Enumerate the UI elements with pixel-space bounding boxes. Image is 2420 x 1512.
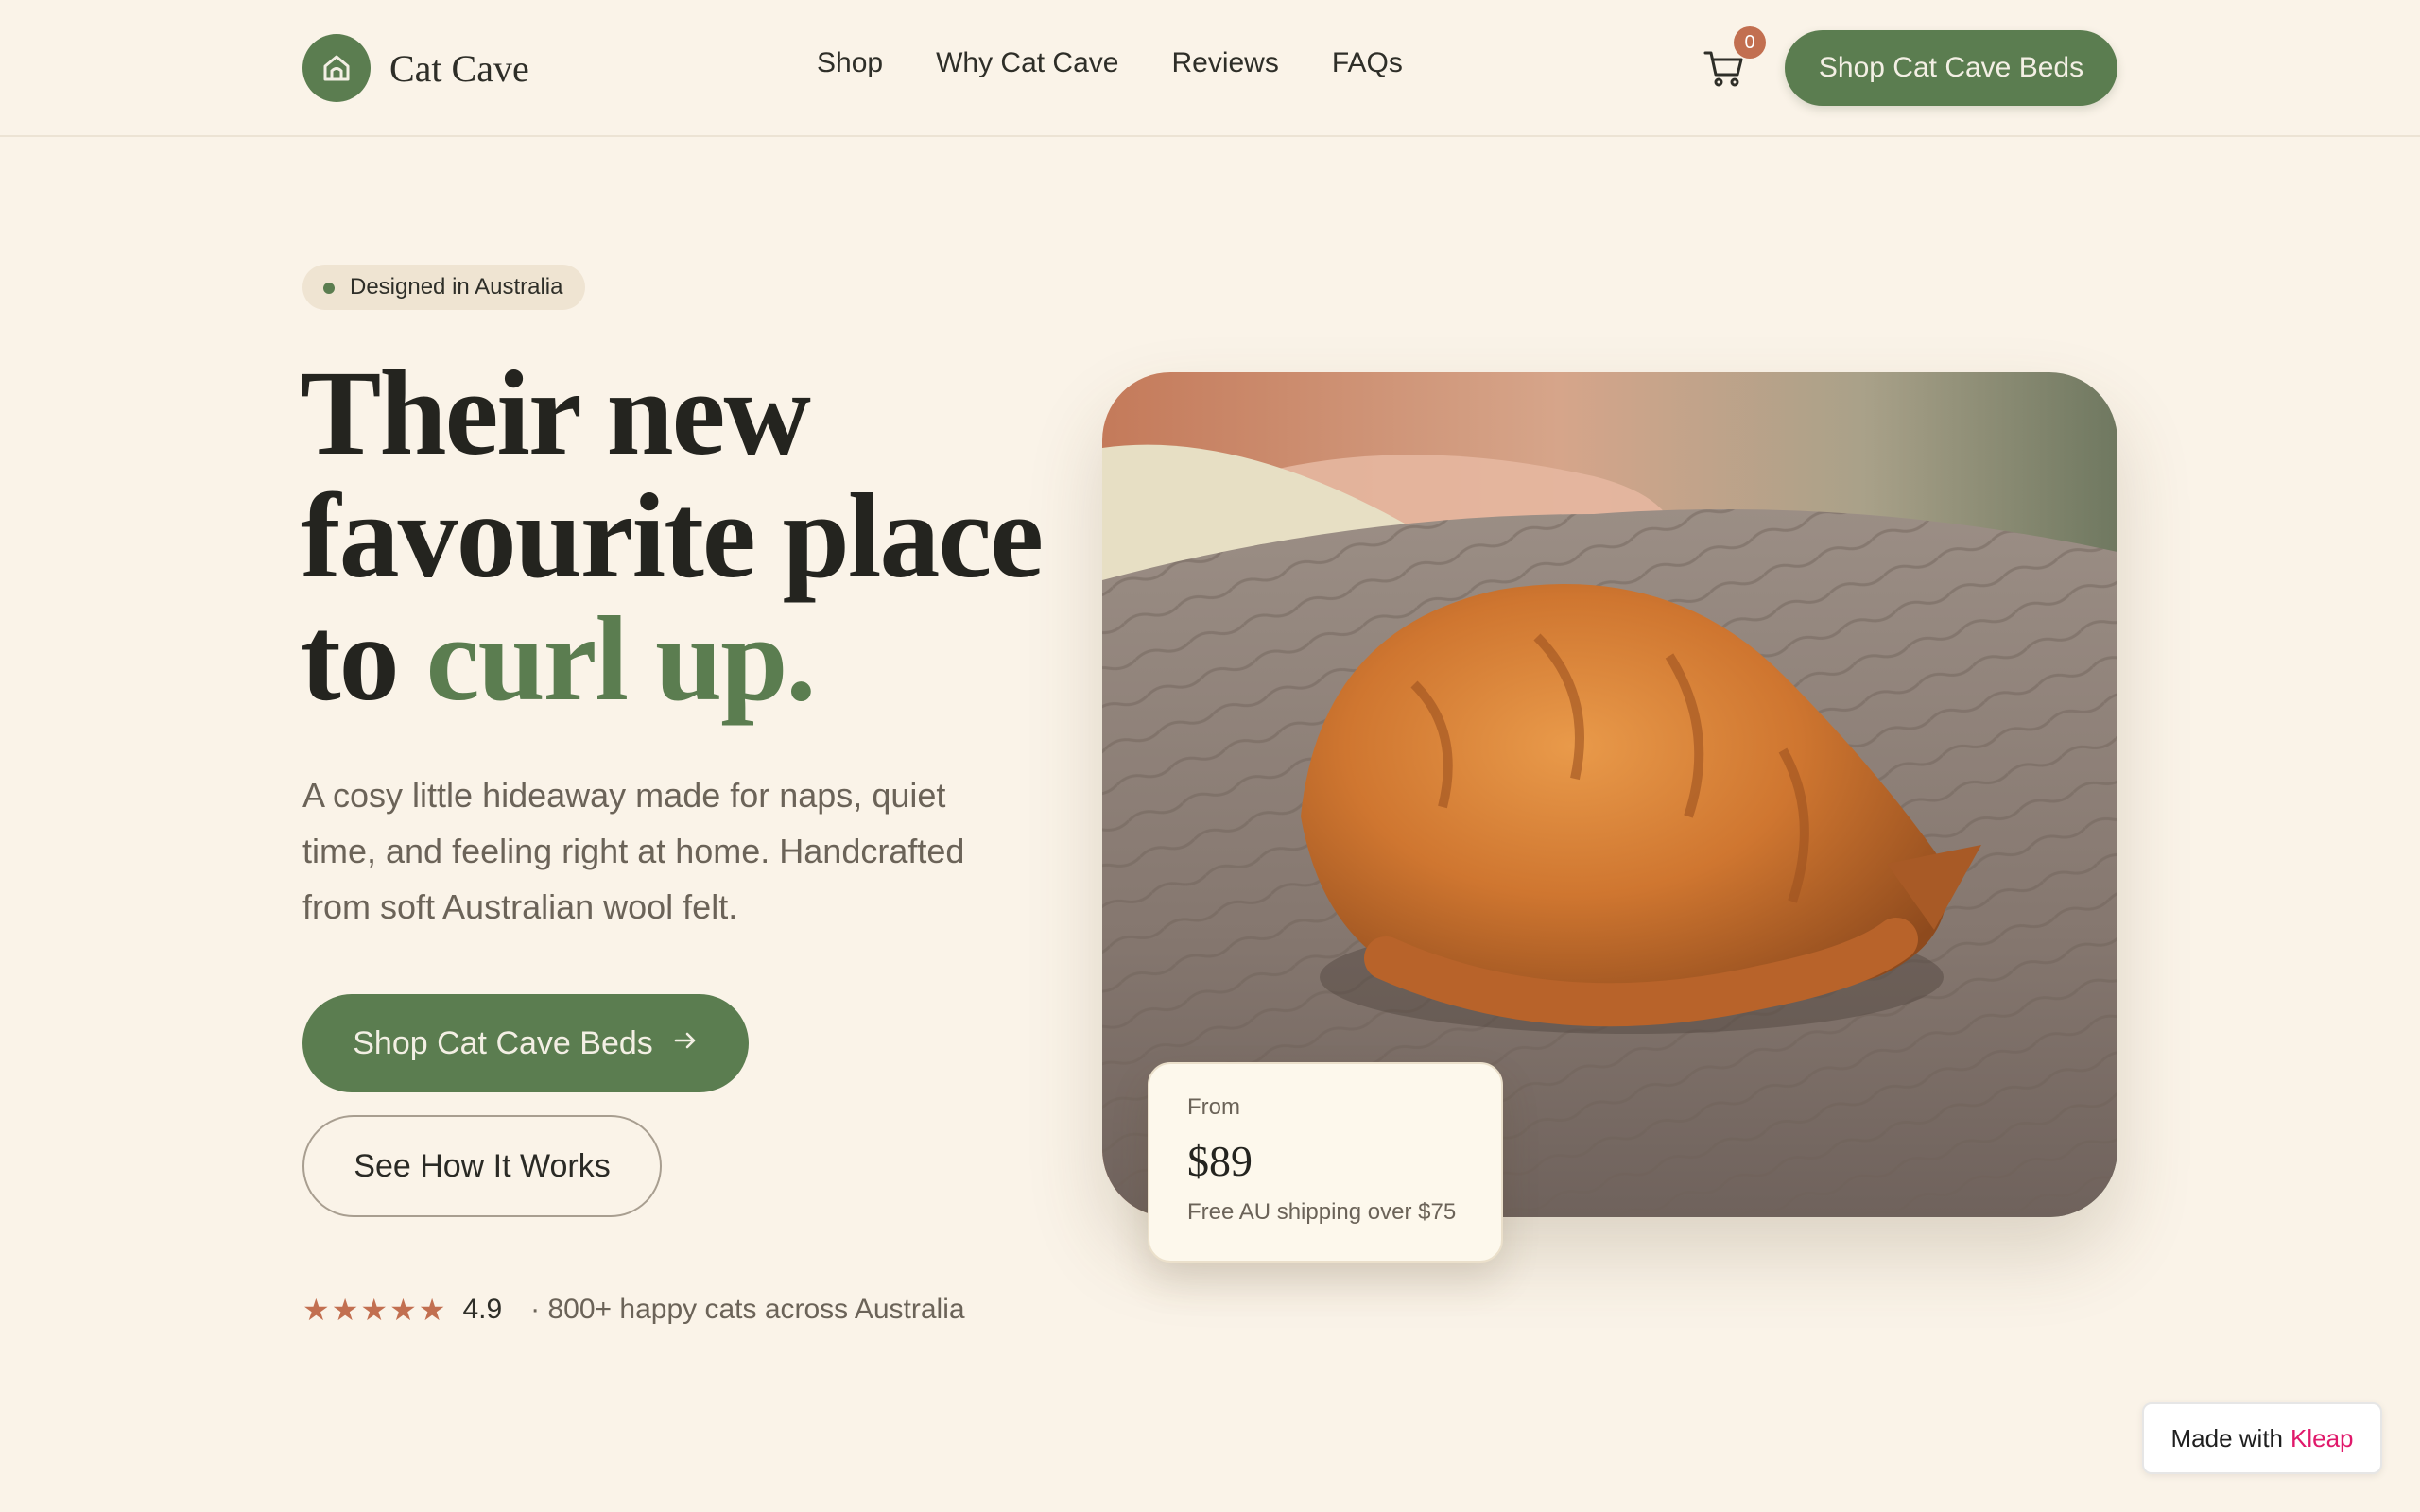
home-icon (302, 34, 371, 102)
headline-accent: curl up. (425, 592, 817, 726)
see-how-it-works-button[interactable]: See How It Works (302, 1115, 662, 1217)
brand-name: Cat Cave (389, 46, 529, 90)
star-icon: ★ (331, 1293, 359, 1327)
pill-dot (323, 283, 335, 294)
rating-text: · 800+ happy cats across Australia (530, 1294, 965, 1325)
nav-links: Shop Why Cat Cave Reviews FAQs (817, 47, 1403, 79)
star-rating: ★ ★ ★ ★ ★ (302, 1293, 447, 1327)
headline-line-2: favourite place (301, 469, 1044, 603)
shop-beds-label: Shop Cat Cave Beds (353, 1024, 653, 1061)
star-icon: ★ (418, 1293, 446, 1327)
shipping-note: Free AU shipping over $75 (1187, 1199, 1457, 1225)
star-icon: ★ (389, 1293, 417, 1327)
price-value: $89 (1187, 1137, 1253, 1185)
made-with-kleap-badge[interactable]: Made with Kleap (2142, 1402, 2382, 1474)
origin-pill: Designed in Australia (302, 265, 586, 310)
brand-link[interactable]: Cat Cave (302, 34, 529, 102)
star-icon: ★ (302, 1293, 330, 1327)
shop-beds-button[interactable]: Shop Cat Cave Beds (302, 994, 749, 1092)
cart-count-badge: 0 (1734, 26, 1766, 59)
top-nav: Cat Cave Shop Why Cat Cave Reviews FAQs … (0, 0, 2420, 137)
nav-link-shop[interactable]: Shop (817, 47, 883, 79)
badge-brand: Kleap (2290, 1423, 2354, 1452)
arrow-right-icon (672, 1026, 699, 1061)
rating-row: ★ ★ ★ ★ ★ 4.9 · 800+ happy cats across A… (302, 1293, 965, 1327)
nav-shop-button[interactable]: Shop Cat Cave Beds (1785, 30, 2118, 106)
price-card: From $89 Free AU shipping over $75 (1148, 1062, 1503, 1263)
hero-subtext: A cosy little hideaway made for naps, qu… (302, 776, 965, 926)
headline-line-1: Their new (301, 346, 811, 480)
nav-link-faqs[interactable]: FAQs (1332, 47, 1403, 79)
nav-link-why-cat-cave[interactable]: Why Cat Cave (936, 47, 1118, 79)
headline-line-3-prefix: to (301, 592, 426, 726)
pill-label: Designed in Australia (350, 274, 563, 300)
hero-headline: Their new favourite place to curl up. (301, 352, 1057, 720)
badge-prefix: Made with (2170, 1423, 2284, 1452)
rating-score: 4.9 (462, 1294, 503, 1325)
star-icon: ★ (360, 1293, 389, 1327)
nav-link-reviews[interactable]: Reviews (1171, 47, 1278, 79)
price-label: From (1187, 1094, 1240, 1120)
